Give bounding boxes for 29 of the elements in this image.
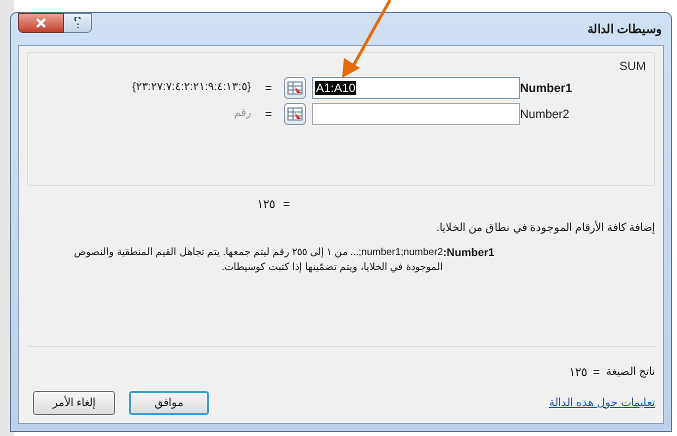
argument-label: Number1 — [520, 80, 574, 96]
help-link[interactable]: تعليمات حول هذه الدالة — [548, 394, 655, 412]
help-icon — [74, 17, 82, 29]
argument-label: Number2 — [520, 106, 570, 122]
argument-field[interactable] — [312, 102, 520, 124]
argument-result: رقم — [234, 106, 251, 122]
close-icon — [35, 18, 47, 28]
equals-sign: = — [592, 364, 600, 381]
equals-sign: = — [264, 106, 272, 122]
formula-result-value: ١٢٥ — [568, 364, 587, 381]
collapse-dialog-button[interactable] — [284, 76, 306, 98]
argument-field[interactable]: A1:A10 — [312, 76, 520, 98]
function-result: ١٢٥ — [256, 196, 275, 213]
grid-icon — [287, 106, 303, 120]
equals-sign: = — [282, 196, 290, 213]
help-button[interactable] — [64, 13, 92, 33]
formula-result-label: ناتج الصيغة — [606, 364, 655, 380]
equals-sign: = — [264, 80, 272, 96]
argument-help-label: Number1: — [443, 246, 496, 260]
grid-icon — [287, 80, 303, 94]
window-title: وسيطات الدالة — [588, 21, 663, 38]
dialog-button[interactable]: موافق — [129, 391, 209, 415]
argument-help-text: number1;number2;... من ١ إلى ٢٥٥ رقم ليتم جمعها. يتم تجاهل القيم المنطقية والنصوص الموجودة في الخلايا، ويتم تضمّينها إذا كتبت كوسيطات. — [73, 246, 443, 274]
function-name: SUM — [619, 58, 646, 75]
function-description: إضافة كافة الأرقام الموجودة في نطاق من الخلايا. — [436, 220, 655, 236]
dialog-button[interactable]: إلغاء الأمر — [33, 391, 115, 415]
close-button[interactable] — [18, 13, 64, 33]
argument-result: {٢٣:٢٧:٧:٤:٢:٢١:٩:٤:١٣:٥} — [132, 80, 251, 96]
collapse-dialog-button[interactable] — [284, 102, 306, 124]
